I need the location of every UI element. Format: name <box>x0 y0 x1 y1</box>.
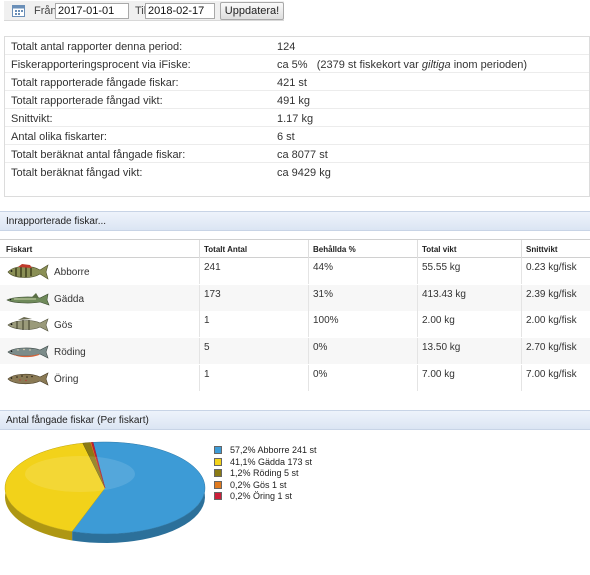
table-row[interactable]: Öring 1 0% 7.00 kg 7.00 kg/fisk <box>0 365 590 391</box>
table-row[interactable]: Gös 1 100% 2.00 kg 2.00 kg/fisk <box>0 311 590 337</box>
legend-swatch <box>214 457 222 466</box>
fish-icon <box>7 317 49 332</box>
percent-tail: inom perioden) <box>450 59 528 71</box>
calendar-icon[interactable] <box>12 4 25 17</box>
kept-cell: 31% <box>313 289 334 300</box>
kept-cell: 44% <box>313 262 334 273</box>
summary-value: 491 kg <box>277 95 311 107</box>
summary-panel: Totalt antal rapporter denna period: 124… <box>4 36 590 197</box>
pie-chart <box>4 441 206 543</box>
legend-label: 1,2% Röding 5 st <box>230 468 299 478</box>
percent-text: ca 5% (2379 st fiskekort var <box>277 59 422 71</box>
update-button[interactable]: Uppdatera! <box>220 2 284 20</box>
table-header: Fiskart Totalt Antal Behållda % Total vi… <box>0 239 590 259</box>
legend-label: 0,2% Öring 1 st <box>230 491 293 501</box>
date-filter-bar: Från: Till: Uppdatera! <box>4 1 284 21</box>
col-species[interactable]: Fiskart <box>6 245 32 254</box>
summary-label: Totalt rapporterade fångade fiskar: <box>11 77 179 89</box>
summary-label: Totalt antal rapporter denna period: <box>11 41 183 53</box>
total-weight-cell: 55.55 kg <box>422 262 461 273</box>
kept-cell: 100% <box>313 315 339 326</box>
legend-swatch <box>214 480 222 489</box>
pie-highlight <box>25 456 135 492</box>
col-kept[interactable]: Behållda % <box>313 245 356 254</box>
summary-label: Totalt beräknat fångad vikt: <box>11 167 143 179</box>
summary-row: Totalt rapporterade fångad vikt: 491 kg <box>5 91 589 109</box>
species-name: Öring <box>54 374 79 385</box>
summary-row: Totalt beräknat antal fångade fiskar: ca… <box>5 145 589 163</box>
summary-row: Antal olika fiskarter: 6 st <box>5 127 589 145</box>
species-name: Röding <box>54 347 86 358</box>
avg-weight-cell: 7.00 kg/fisk <box>526 369 577 380</box>
col-total-weight[interactable]: Total vikt <box>422 245 457 254</box>
fish-icon <box>6 293 50 306</box>
col-avg-weight[interactable]: Snittvikt <box>526 245 558 254</box>
count-cell: 5 <box>204 342 210 353</box>
to-date-input[interactable] <box>145 3 215 19</box>
kept-cell: 0% <box>313 369 328 380</box>
species-name: Gös <box>54 320 73 331</box>
count-cell: 1 <box>204 369 210 380</box>
from-date-input[interactable] <box>55 3 129 19</box>
kept-cell: 0% <box>313 342 328 353</box>
summary-value: 6 st <box>277 131 295 143</box>
summary-row: Totalt antal rapporter denna period: 124 <box>5 37 589 55</box>
legend-swatch <box>214 469 222 477</box>
summary-value: ca 5% (2379 st fiskekort var giltiga ino… <box>277 59 527 71</box>
total-weight-cell: 2.00 kg <box>422 315 455 326</box>
legend-swatch <box>214 446 222 454</box>
pie-section-header: Antal fångade fiskar (Per fiskart) <box>0 410 590 430</box>
fish-icon <box>7 264 49 280</box>
avg-weight-cell: 2.70 kg/fisk <box>526 342 577 353</box>
legend-label: 57,2% Abborre 241 st <box>230 445 317 455</box>
summary-value: ca 8077 st <box>277 149 328 161</box>
summary-label: Antal olika fiskarter: <box>11 131 107 143</box>
summary-value: 1.17 kg <box>277 113 314 125</box>
summary-label: Totalt beräknat antal fångade fiskar: <box>11 149 186 161</box>
total-weight-cell: 7.00 kg <box>422 369 455 380</box>
summary-value: ca 9429 kg <box>277 167 331 179</box>
avg-weight-cell: 2.39 kg/fisk <box>526 289 577 300</box>
avg-weight-cell: 2.00 kg/fisk <box>526 315 577 326</box>
summary-label: Snittvikt: <box>11 113 53 125</box>
legend-swatch <box>214 492 222 500</box>
total-weight-cell: 413.43 kg <box>422 289 466 300</box>
valid-link[interactable]: giltiga <box>422 59 451 71</box>
table-row[interactable]: Abborre 241 44% 55.55 kg 0.23 kg/fisk <box>0 258 590 284</box>
count-cell: 1 <box>204 315 210 326</box>
summary-row: Totalt beräknat fångad vikt: ca 9429 kg <box>5 163 589 181</box>
fish-icon <box>7 345 49 359</box>
reported-fish-header: Inrapporterade fiskar... <box>0 211 590 231</box>
summary-row: Fiskerapporteringsprocent via iFiske: ca… <box>5 55 589 73</box>
col-count[interactable]: Totalt Antal <box>204 245 247 254</box>
section-title: Inrapporterade fiskar... <box>6 216 107 227</box>
summary-value: 124 <box>277 41 296 53</box>
species-name: Abborre <box>54 267 90 278</box>
section-title: Antal fångade fiskar (Per fiskart) <box>6 415 149 426</box>
avg-weight-cell: 0.23 kg/fisk <box>526 262 577 273</box>
table-row[interactable]: Röding 5 0% 13.50 kg 2.70 kg/fisk <box>0 338 590 364</box>
legend-label: 41,1% Gädda 173 st <box>230 456 313 467</box>
summary-value: 421 st <box>277 77 307 89</box>
summary-label: Totalt rapporterade fångad vikt: <box>11 95 163 107</box>
species-name: Gädda <box>54 294 85 305</box>
table-row[interactable]: Gädda 173 31% 413.43 kg 2.39 kg/fisk <box>0 285 590 311</box>
legend-label: 0,2% Gös 1 st <box>230 479 287 490</box>
summary-row: Snittvikt: 1.17 kg <box>5 109 589 127</box>
count-cell: 241 <box>204 262 221 273</box>
summary-label: Fiskerapporteringsprocent via iFiske: <box>11 59 191 71</box>
summary-row: Totalt rapporterade fångade fiskar: 421 … <box>5 73 589 91</box>
total-weight-cell: 13.50 kg <box>422 342 461 353</box>
count-cell: 173 <box>204 289 221 300</box>
fish-icon <box>7 372 49 386</box>
